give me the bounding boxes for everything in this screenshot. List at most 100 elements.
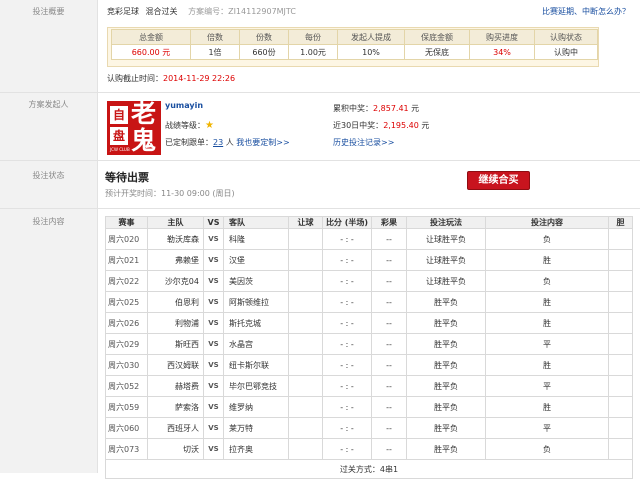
- vs-label: VS: [203, 291, 224, 313]
- result: --: [371, 312, 407, 334]
- away-team: 科隆: [223, 228, 289, 250]
- custom-label: 已定制跟单：: [165, 138, 213, 147]
- logo-char: 盘: [110, 127, 128, 145]
- match-fixture: 周六025: [105, 291, 148, 313]
- history-link[interactable]: 历史投注记录>>: [333, 137, 394, 148]
- column-header: 赛事: [105, 216, 148, 229]
- vs-label: VS: [203, 270, 224, 292]
- summary-header: 认购状态: [534, 29, 598, 45]
- match-fixture: 周六021: [105, 249, 148, 271]
- column-header: 比分 (半场): [322, 216, 372, 229]
- score-half: - : -: [322, 291, 372, 313]
- away-team: 阿斯顿维拉: [223, 291, 289, 313]
- handicap: [288, 417, 323, 439]
- home-team: 西汉姆联: [147, 354, 204, 376]
- custom-link[interactable]: 我也要定制>>: [236, 138, 289, 147]
- banker-flag: [608, 417, 633, 439]
- result: --: [371, 438, 407, 460]
- banker-flag: [608, 312, 633, 334]
- section-label-column: [0, 0, 98, 473]
- section-divider: [0, 92, 640, 93]
- match-row: 周六060 西班牙人 VS 莱万特 - : - -- 胜平负平: [105, 417, 633, 439]
- summary-header: 总金额: [111, 29, 191, 45]
- home-team: 赫塔费: [147, 375, 204, 397]
- match-row: 周六029 斯旺西 VS 水晶宫 - : - -- 胜平负平: [105, 333, 633, 355]
- bet-pick: 胜: [485, 249, 609, 271]
- section-divider: [0, 160, 640, 161]
- star-icon: ★: [205, 120, 214, 131]
- score-half: - : -: [322, 333, 372, 355]
- away-team: 拉齐奥: [223, 438, 289, 460]
- banker-flag: [608, 228, 633, 250]
- total-win-value: 2,857.41: [373, 104, 409, 113]
- subscription-status: 认购中: [534, 44, 598, 60]
- match-row: 周六052 赫塔费 VS 毕尔巴鄂竞技 - : - -- 胜平负平: [105, 375, 633, 397]
- multiple: 1倍: [190, 44, 240, 60]
- initiator-username[interactable]: yumayin: [165, 101, 203, 110]
- share-count: 660份: [239, 44, 289, 60]
- score-half: - : -: [322, 249, 372, 271]
- section-label-content: 投注内容: [32, 217, 65, 226]
- home-team: 伯恩利: [147, 291, 204, 313]
- logo-char: 自: [110, 106, 128, 124]
- bet-pick: 胜: [485, 396, 609, 418]
- score-half: - : -: [322, 354, 372, 376]
- match-fixture: 周六026: [105, 312, 148, 334]
- bet-pick: 负: [485, 438, 609, 460]
- bet-pick: 负: [485, 228, 609, 250]
- summary-header: 购买进度: [469, 29, 535, 45]
- bet-play: 胜平负: [406, 291, 486, 313]
- result: --: [371, 228, 407, 250]
- logo-title: 老鬼: [131, 101, 157, 155]
- recent-win-value: 2,195.40: [383, 121, 419, 130]
- continue-buy-button[interactable]: 继续合买: [467, 171, 530, 190]
- score-half: - : -: [322, 396, 372, 418]
- section-label-initiator: 方案发起人: [28, 100, 69, 109]
- score-half: - : -: [322, 228, 372, 250]
- bet-play: 胜平负: [406, 375, 486, 397]
- result: --: [371, 354, 407, 376]
- column-header: 客队: [223, 216, 289, 229]
- bet-pick: 胜: [485, 354, 609, 376]
- bet-pick: 胜: [485, 291, 609, 313]
- away-team: 美因茨: [223, 270, 289, 292]
- vs-label: VS: [203, 228, 224, 250]
- match-fixture: 周六020: [105, 228, 148, 250]
- banker-flag: [608, 354, 633, 376]
- match-row: 周六026 利物浦 VS 斯托克城 - : - -- 胜平负胜: [105, 312, 633, 334]
- custom-count[interactable]: 23: [213, 138, 223, 147]
- handicap: [288, 228, 323, 250]
- result: --: [371, 396, 407, 418]
- score-half: - : -: [322, 270, 372, 292]
- banker-flag: [608, 333, 633, 355]
- banker-flag: [608, 249, 633, 271]
- away-team: 汉堡: [223, 249, 289, 271]
- vs-label: VS: [203, 438, 224, 460]
- bet-play: 胜平负: [406, 354, 486, 376]
- result: --: [371, 375, 407, 397]
- bet-play: 胜平负: [406, 396, 486, 418]
- custom-follow-row: 已定制跟单：23 人 我也要定制>>: [165, 137, 290, 148]
- result: --: [371, 249, 407, 271]
- expected-draw-time: 预计开奖时间：11-30 09:00 (周日): [105, 189, 235, 198]
- bet-pick: 负: [485, 270, 609, 292]
- column-header: 主队: [147, 216, 204, 229]
- bet-pick: 平: [485, 333, 609, 355]
- match-fixture: 周六060: [105, 417, 148, 439]
- recent-win-unit: 元: [421, 121, 430, 130]
- away-team: 毕尔巴鄂竞技: [223, 375, 289, 397]
- total-win-label: 累积中奖：: [333, 104, 373, 113]
- column-header: 彩果: [371, 216, 407, 229]
- banker-flag: [608, 291, 633, 313]
- share-price: 1.00元: [288, 44, 338, 60]
- bet-mode: 混合过关: [145, 7, 178, 16]
- bet-play: 让球胜平负: [406, 249, 486, 271]
- away-team: 莱万特: [223, 417, 289, 439]
- bet-pick: 平: [485, 417, 609, 439]
- handicap: [288, 438, 323, 460]
- postpone-help-link[interactable]: 比赛延期、中断怎么办？: [542, 6, 630, 17]
- section-divider: [0, 208, 640, 209]
- match-fixture: 周六022: [105, 270, 148, 292]
- lottery-name: 竞彩足球: [107, 7, 139, 16]
- handicap: [288, 354, 323, 376]
